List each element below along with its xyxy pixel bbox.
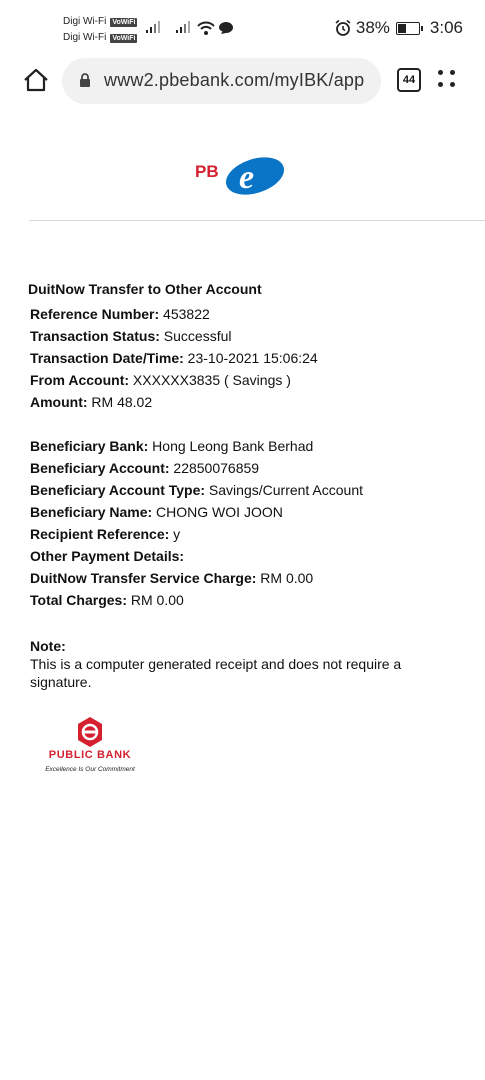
detail-row: Beneficiary Account: 22850076859: [30, 457, 363, 479]
detail-label: Transaction Date/Time:: [30, 350, 184, 366]
pbe-logo-mark: e: [239, 159, 254, 196]
battery-percent: 38%: [355, 18, 390, 37]
battery-icon: [395, 21, 423, 35]
detail-label: Beneficiary Bank:: [30, 438, 149, 454]
detail-value: Successful: [159, 328, 232, 344]
detail-label: Recipient Reference:: [30, 526, 170, 542]
note-text: This is a computer generated receipt and…: [30, 656, 402, 690]
lock-icon: [80, 73, 90, 87]
detail-value: Savings/Current Account: [205, 482, 364, 498]
detail-label: Amount:: [30, 394, 88, 410]
browser-toolbar: www2.pbebank.com/myIBK/app 44: [0, 52, 485, 112]
detail-row: Other Payment Details:: [30, 545, 363, 567]
detail-label: Beneficiary Account:: [30, 460, 170, 476]
detail-row: Beneficiary Bank: Hong Leong Bank Berhad: [30, 435, 363, 457]
detail-label: Transaction Status:: [30, 328, 160, 344]
detail-row: Recipient Reference: y: [30, 523, 363, 545]
detail-value: y: [169, 526, 181, 542]
detail-value: 22850076859: [169, 460, 260, 476]
overflow-menu-icon[interactable]: [438, 70, 456, 88]
detail-row: Total Charges: RM 0.00: [30, 589, 363, 611]
transaction-details: Reference Number: 453822 Transaction Sta…: [30, 303, 318, 413]
detail-label: DuitNow Transfer Service Charge:: [30, 570, 257, 586]
detail-row: Transaction Status: Successful: [30, 325, 318, 347]
detail-value: RM 0.00: [256, 570, 314, 586]
beneficiary-details: Beneficiary Bank: Hong Leong Bank Berhad…: [30, 435, 363, 611]
pbe-logo-graphic: PB e: [195, 157, 285, 196]
detail-row: DuitNow Transfer Service Charge: RM 0.00: [30, 567, 363, 589]
public-bank-logo: PUBLIC BANK Excellence Is Our Commitment: [34, 716, 146, 778]
header-divider: [29, 220, 485, 221]
url-text[interactable]: www2.pbebank.com/myIBK/app: [104, 70, 364, 91]
alarm-clock-icon: [335, 19, 351, 36]
detail-row: From Account: XXXXXX3835 ( Savings ): [30, 369, 318, 391]
detail-value: XXXXXX3835 ( Savings ): [129, 372, 291, 388]
detail-value: CHONG WOI JOON: [152, 504, 283, 520]
detail-row: Beneficiary Account Type: Savings/Curren…: [30, 479, 363, 501]
detail-row: Amount: RM 48.02: [30, 391, 318, 413]
note-label: Note:: [30, 638, 66, 654]
detail-label: Other Payment Details:: [30, 548, 185, 564]
detail-value: 23-10-2021 15:06:24: [183, 350, 318, 366]
address-bar[interactable]: www2.pbebank.com/myIBK/app: [62, 58, 381, 104]
detail-label: Total Charges:: [30, 592, 127, 608]
detail-value: 453822: [159, 306, 210, 322]
signal-1-icon: [146, 21, 160, 33]
receipt-note: Note: This is a computer generated recei…: [30, 637, 440, 691]
carrier-info: Digi Wi-Fi VoWiFi Digi Wi-Fi VoWiFi: [63, 14, 138, 46]
detail-value: RM 0.00: [126, 592, 184, 608]
detail-value: Hong Leong Bank Berhad: [148, 438, 314, 454]
tab-switcher-button[interactable]: 44: [397, 68, 421, 92]
carrier-1-label: Digi Wi-Fi: [63, 16, 107, 27]
vowifi-badge: VoWiFi: [110, 17, 138, 27]
vowifi-badge: VoWiFi: [110, 33, 138, 43]
detail-value: RM 48.02: [87, 394, 153, 410]
detail-row: Transaction Date/Time: 23-10-2021 15:06:…: [30, 347, 318, 369]
home-icon[interactable]: [22, 66, 50, 94]
pbe-logo: PB e: [195, 152, 290, 200]
receipt-title: DuitNow Transfer to Other Account: [28, 281, 262, 297]
public-bank-emblem-icon: [78, 717, 102, 747]
public-bank-name: PUBLIC BANK: [48, 749, 132, 761]
detail-label: Reference Number:: [30, 306, 160, 322]
wifi-icon: [197, 21, 215, 35]
status-bar: Digi Wi-Fi VoWiFi Digi Wi-Fi VoWiFi 38% 3:…: [0, 0, 485, 52]
signal-2-icon: [176, 21, 190, 33]
detail-row: Beneficiary Name: CHONG WOI JOON: [30, 501, 363, 523]
detail-label: Beneficiary Account Type:: [30, 482, 206, 498]
pbe-logo-text: PB: [195, 162, 219, 181]
clock-time: 3:06: [429, 18, 463, 37]
detail-label: Beneficiary Name:: [30, 504, 153, 520]
detail-row: Reference Number: 453822: [30, 303, 318, 325]
detail-label: From Account:: [30, 372, 130, 388]
status-right: 38% 3:06: [334, 18, 463, 38]
chat-bubble-icon: [219, 22, 233, 34]
carrier-2-label: Digi Wi-Fi: [63, 32, 107, 43]
public-bank-tagline: Excellence Is Our Commitment: [45, 766, 135, 773]
